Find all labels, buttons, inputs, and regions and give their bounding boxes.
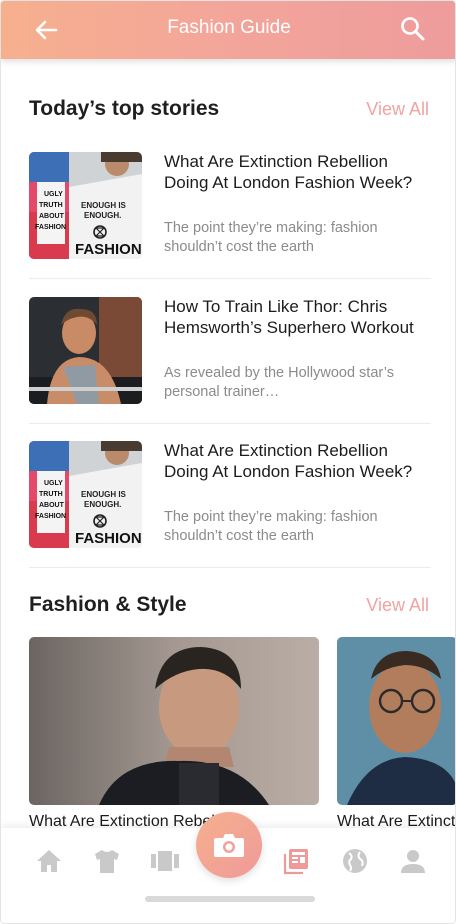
sign-side-text: TRUTH <box>39 491 63 498</box>
person-icon[interactable] <box>398 846 428 876</box>
sign-side-text: TRUTH <box>39 202 63 209</box>
camera-button[interactable] <box>196 812 262 878</box>
story-thumbnail <box>29 297 142 404</box>
story-description: As revealed by the Hollywood star’s pers… <box>164 365 394 400</box>
sign-text: ENOUGH. <box>84 500 121 509</box>
story-title: What Are Extinction Rebellion Doing At L… <box>164 152 413 192</box>
page-title: Fashion Guide <box>167 17 291 38</box>
home-icon[interactable] <box>34 846 64 876</box>
fashion-style-header: Fashion & Style View All <box>29 593 429 623</box>
top-stories-header: Today’s top stories View All <box>29 97 429 127</box>
app-screen: Fashion Guide Today’s top stories View A… <box>0 0 456 924</box>
app-header: Fashion Guide <box>1 1 455 59</box>
card-image <box>337 637 455 805</box>
sign-side-text: FASHION <box>35 224 66 231</box>
view-all-link[interactable]: View All <box>366 99 429 120</box>
sign-side-text: ABOUT <box>39 502 65 509</box>
sign-side-text: UGLY <box>44 480 63 487</box>
story-thumbnail: UGLY TRUTH ABOUT FASHION ENOUGH IS ENOUG… <box>29 152 142 259</box>
sign-side-text: FASHION <box>35 513 66 520</box>
sign-text: FASHION <box>75 530 142 547</box>
section-title: Today’s top stories <box>29 97 220 120</box>
divider <box>29 423 431 424</box>
search-icon[interactable] <box>399 15 427 43</box>
home-indicator[interactable] <box>145 896 315 902</box>
story-item[interactable]: UGLY TRUTH ABOUT FASHION ENOUGH IS ENOUG… <box>29 441 431 549</box>
story-title: How To Train Like Thor: Chris Hemsworth’… <box>164 297 414 337</box>
story-item[interactable]: How To Train Like Thor: Chris Hemsworth’… <box>29 297 431 405</box>
globe-icon[interactable] <box>340 846 370 876</box>
divider <box>29 278 431 279</box>
sign-side-text: ABOUT <box>39 213 65 220</box>
camera-icon <box>214 834 244 857</box>
view-all-link[interactable]: View All <box>366 595 429 616</box>
news-icon[interactable] <box>281 846 311 876</box>
section-title: Fashion & Style <box>29 593 187 616</box>
divider <box>29 567 431 568</box>
story-description: The point they’re making: fashion should… <box>164 220 378 255</box>
story-thumbnail: UGLY TRUTH ABOUT FASHION ENOUGH IS ENOUG… <box>29 441 142 548</box>
sign-text: ENOUGH IS <box>81 201 127 210</box>
bottom-nav <box>1 812 455 923</box>
sign-text: FASHION <box>75 241 142 258</box>
story-title: What Are Extinction Rebellion Doing At L… <box>164 441 413 481</box>
story-item[interactable]: UGLY TRUTH ABOUT FASHION ENOUGH IS ENOUG… <box>29 152 431 260</box>
gallery-icon[interactable] <box>150 846 180 876</box>
story-description: The point they’re making: fashion should… <box>164 509 378 544</box>
shirt-icon[interactable] <box>92 846 122 876</box>
sign-text: ENOUGH. <box>84 211 121 220</box>
card-image <box>29 637 319 805</box>
sign-side-text: UGLY <box>44 191 63 198</box>
sign-text: ENOUGH IS <box>81 490 127 499</box>
